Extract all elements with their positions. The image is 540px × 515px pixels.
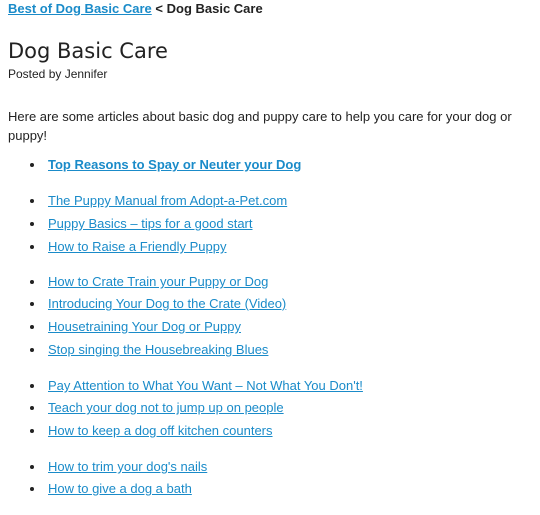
- bullet-icon: [30, 348, 34, 352]
- bullet-icon: [30, 163, 34, 167]
- byline: Posted by Jennifer: [8, 67, 108, 81]
- link-friendly-puppy[interactable]: How to Raise a Friendly Puppy: [48, 239, 226, 255]
- link-crate-video[interactable]: Introducing Your Dog to the Crate (Video…: [48, 296, 286, 312]
- link-crate-train[interactable]: How to Crate Train your Puppy or Dog: [48, 274, 268, 290]
- bullet-icon: [30, 245, 34, 249]
- breadcrumb-current: Dog Basic Care: [166, 1, 263, 16]
- bullet-icon: [30, 429, 34, 433]
- bullet-icon: [30, 406, 34, 410]
- bullet-icon: [30, 325, 34, 329]
- breadcrumb-separator: <: [155, 1, 163, 16]
- breadcrumb: Best of Dog Basic Care < Dog Basic Care: [8, 1, 263, 17]
- link-kitchen-counters[interactable]: How to keep a dog off kitchen counters: [48, 423, 273, 439]
- bullet-icon: [30, 465, 34, 469]
- bullet-icon: [30, 302, 34, 306]
- link-spay-neuter[interactable]: Top Reasons to Spay or Neuter your Dog: [48, 157, 301, 173]
- link-housebreaking-blues[interactable]: Stop singing the Housebreaking Blues: [48, 342, 268, 358]
- breadcrumb-parent-link[interactable]: Best of Dog Basic Care: [8, 1, 152, 16]
- bullet-icon: [30, 487, 34, 491]
- link-housetraining[interactable]: Housetraining Your Dog or Puppy: [48, 319, 241, 335]
- intro-text: Here are some articles about basic dog a…: [8, 109, 512, 143]
- link-puppy-basics[interactable]: Puppy Basics – tips for a good start: [48, 216, 253, 232]
- bullet-icon: [30, 222, 34, 226]
- link-puppy-manual[interactable]: The Puppy Manual from Adopt-a-Pet.com: [48, 193, 287, 209]
- bullet-icon: [30, 280, 34, 284]
- link-trim-nails[interactable]: How to trim your dog's nails: [48, 459, 207, 475]
- bullet-icon: [30, 384, 34, 388]
- link-dog-bath[interactable]: How to give a dog a bath: [48, 481, 192, 497]
- link-pay-attention[interactable]: Pay Attention to What You Want – Not Wha…: [48, 378, 363, 394]
- link-jump-up[interactable]: Teach your dog not to jump up on people: [48, 400, 284, 416]
- page-title: Dog Basic Care: [8, 39, 168, 63]
- bullet-icon: [30, 199, 34, 203]
